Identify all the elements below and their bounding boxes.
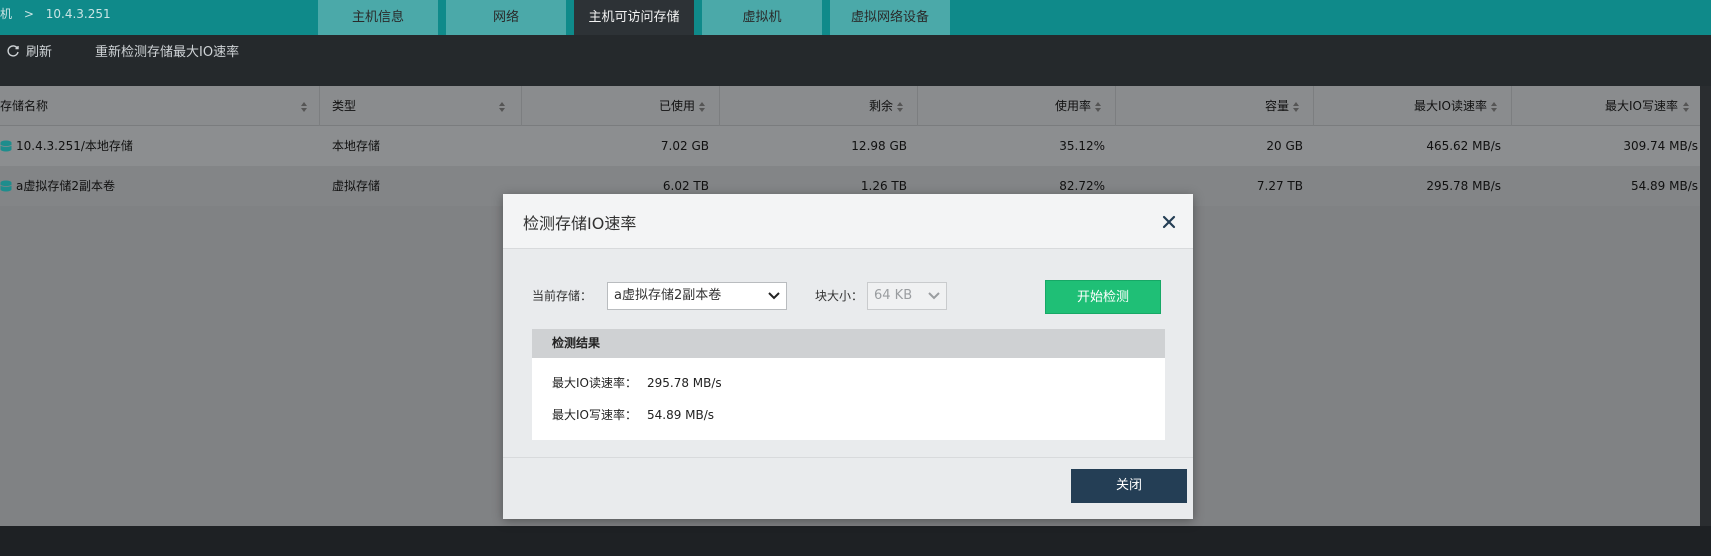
dialog-footer: 关闭 [503, 457, 1193, 519]
column-header-remaining[interactable]: 剩余 [720, 86, 918, 126]
table-header: 存储名称 类型 已使用 剩余 使用率 容量 最大IO读速率 最大IO写速率 [0, 86, 1711, 126]
vertical-scrollbar[interactable] [1700, 86, 1711, 526]
column-header-capacity[interactable]: 容量 [1116, 86, 1314, 126]
column-header-used[interactable]: 已使用 [522, 86, 720, 126]
dialog-title: 检测存储IO速率 [523, 214, 637, 233]
storage-name-cell: 10.4.3.251/本地存储 [0, 126, 320, 166]
sort-icon [499, 102, 505, 112]
block-size-select: 64 KB [867, 282, 947, 310]
breadcrumb-parent[interactable]: 机 [0, 7, 12, 21]
breadcrumb-separator: > [23, 7, 34, 21]
database-icon [0, 180, 12, 192]
toolbar: 刷新 重新检测存储最大IO速率 [0, 35, 1711, 86]
refresh-icon [7, 45, 19, 57]
result-title: 检测结果 [532, 329, 1165, 358]
sort-icon [897, 102, 903, 112]
dialog-header: 检测存储IO速率 [503, 194, 1193, 249]
tab-vms[interactable]: 虚拟机 [702, 0, 822, 35]
result-panel: 检测结果 最大IO读速率： 295.78 MB/s 最大IO写速率： 54.89… [532, 329, 1165, 440]
sort-icon [699, 102, 705, 112]
sort-icon [1491, 102, 1497, 112]
sort-icon [1293, 102, 1299, 112]
max-write-cell: 309.74 MB/s [1623, 139, 1698, 153]
refresh-label: 刷新 [26, 45, 53, 60]
refresh-button[interactable]: 刷新 [6, 35, 52, 70]
tab-accessible-storage[interactable]: 主机可访问存储 [574, 0, 694, 35]
max-read-cell: 295.78 MB/s [1426, 179, 1501, 193]
sort-icon [1683, 102, 1689, 112]
dialog-body: 当前存储： a虚拟存储2副本卷 块大小： 64 KB 开始检测 检测结果 最大I… [503, 249, 1193, 457]
sort-icon [301, 102, 307, 112]
chevron-down-icon [768, 292, 780, 300]
breadcrumb: 机 > 10.4.3.251 [0, 0, 119, 28]
close-button[interactable]: 关闭 [1071, 469, 1187, 503]
type-cell: 本地存储 [332, 139, 381, 153]
chevron-down-icon [928, 292, 940, 300]
column-header-max-write[interactable]: 最大IO写速率 [1512, 86, 1700, 126]
redetect-io-button[interactable]: 重新检测存储最大IO速率 [95, 35, 239, 70]
column-header-name[interactable]: 存储名称 [0, 86, 320, 126]
tab-network[interactable]: 网络 [446, 0, 566, 35]
bottom-bar [0, 526, 1711, 556]
column-header-type[interactable]: 类型 [320, 86, 522, 126]
current-storage-select[interactable]: a虚拟存储2副本卷 [607, 282, 787, 310]
used-cell: 7.02 GB [660, 139, 709, 153]
detect-io-dialog: 检测存储IO速率 当前存储： a虚拟存储2副本卷 块大小： 64 KB 开始检测… [503, 194, 1193, 519]
start-detect-button[interactable]: 开始检测 [1045, 280, 1161, 314]
remaining-cell: 12.98 GB [851, 139, 907, 153]
column-header-max-read[interactable]: 最大IO读速率 [1314, 86, 1512, 126]
read-label: 最大IO读速率： [552, 376, 637, 390]
write-label: 最大IO写速率： [552, 408, 637, 422]
database-icon [0, 140, 12, 152]
breadcrumb-host: 10.4.3.251 [45, 7, 111, 21]
read-value: 295.78 MB/s [647, 376, 722, 390]
max-read-cell: 465.62 MB/s [1426, 139, 1501, 153]
storage-name-cell: a虚拟存储2副本卷 [0, 166, 320, 206]
write-result: 最大IO写速率： 54.89 MB/s [552, 405, 714, 425]
usage-cell: 35.12% [1059, 139, 1105, 153]
type-cell: 虚拟存储 [332, 179, 381, 193]
top-nav-bar: 机 > 10.4.3.251 主机信息 网络 主机可访问存储 虚拟机 虚拟网络设… [0, 0, 1711, 35]
write-value: 54.89 MB/s [647, 408, 715, 422]
block-size-label: 块大小： [815, 289, 864, 303]
capacity-cell: 20 GB [1266, 139, 1303, 153]
max-write-cell: 54.89 MB/s [1630, 179, 1698, 193]
tab-host-info[interactable]: 主机信息 [318, 0, 438, 35]
close-icon[interactable] [1161, 214, 1177, 230]
read-result: 最大IO读速率： 295.78 MB/s [552, 373, 722, 393]
table-row[interactable]: 10.4.3.251/本地存储 本地存储 7.02 GB 12.98 GB 35… [0, 126, 1711, 166]
tab-virtual-network-devices[interactable]: 虚拟网络设备 [830, 0, 950, 35]
current-storage-label: 当前存储： [532, 289, 593, 303]
column-header-usage[interactable]: 使用率 [918, 86, 1116, 126]
sort-icon [1095, 102, 1101, 112]
